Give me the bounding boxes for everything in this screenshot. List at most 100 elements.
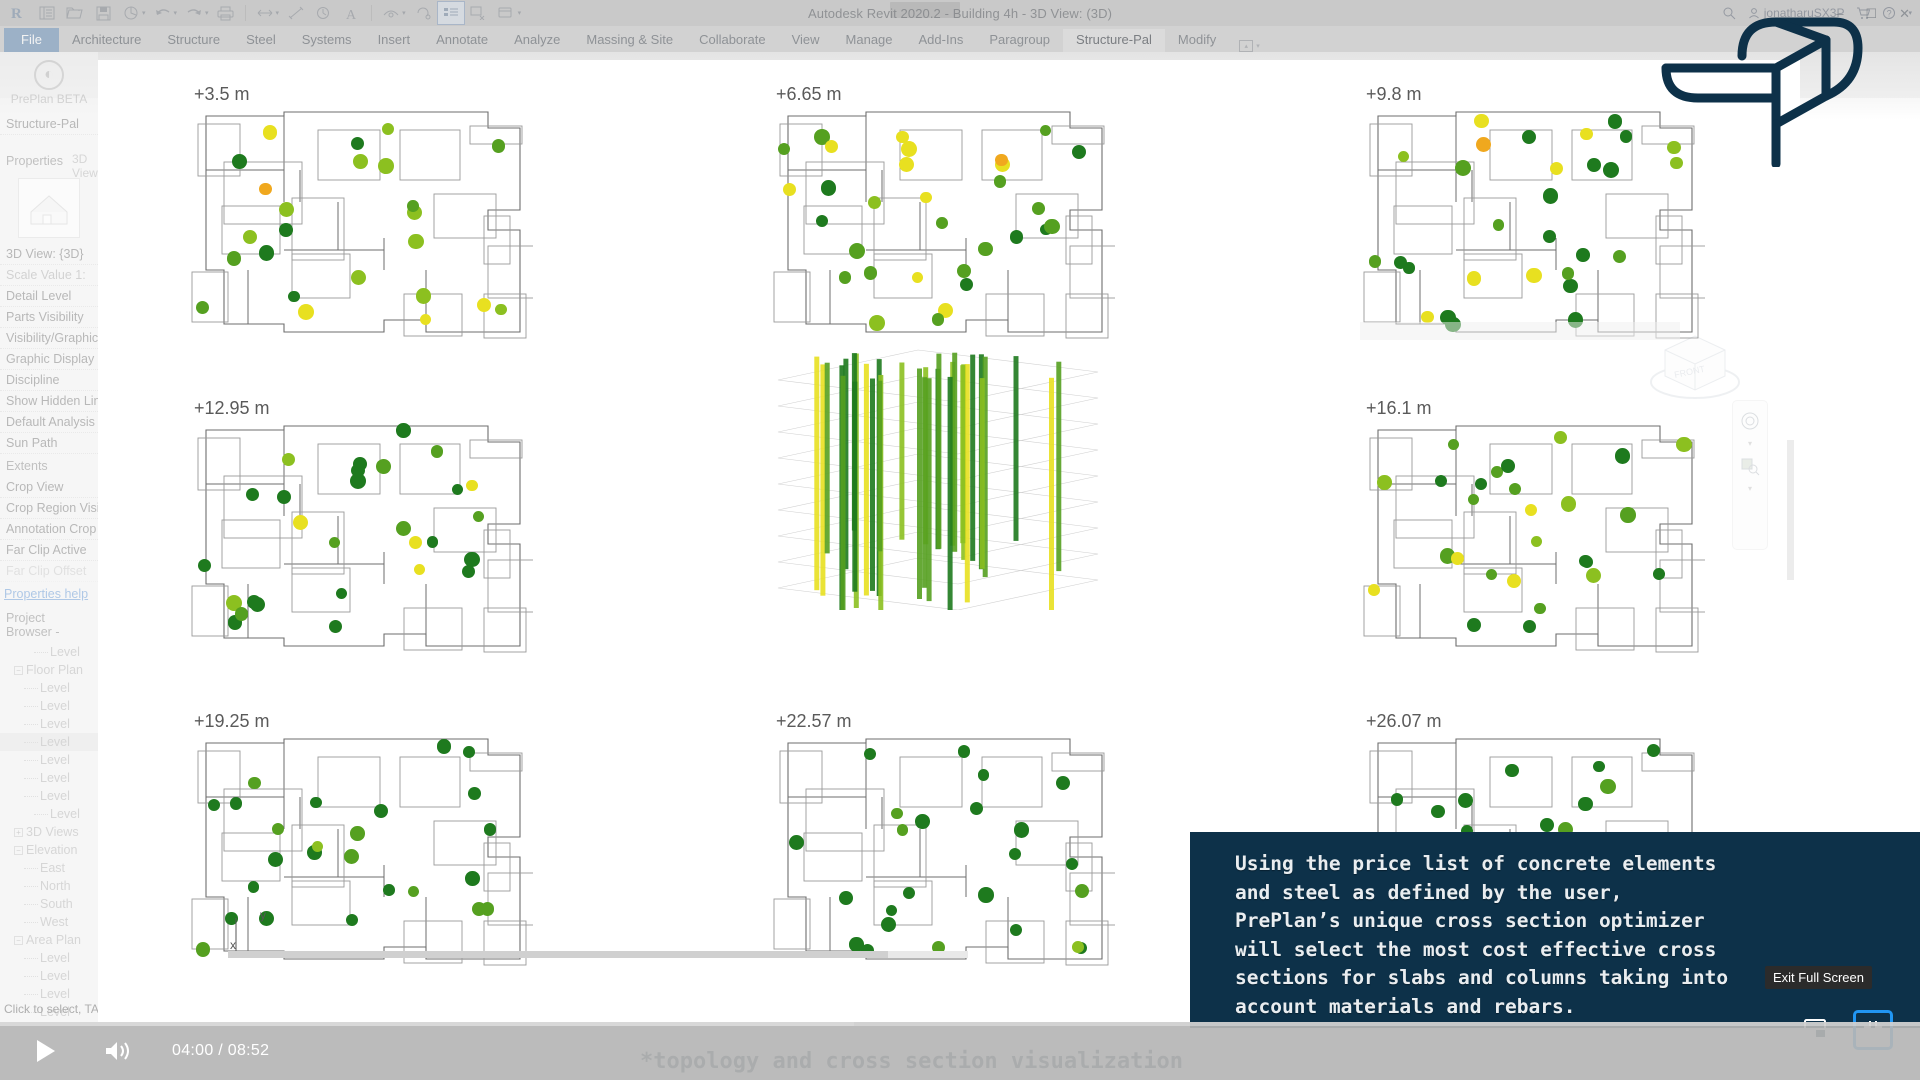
column-marker[interactable]	[1542, 230, 1556, 243]
redo-dropdown-caret[interactable]: ▾	[205, 9, 209, 17]
column-marker[interactable]	[1467, 271, 1482, 286]
tree-item-east-12[interactable]: East	[0, 859, 98, 877]
column-marker[interactable]	[484, 823, 497, 836]
column-marker[interactable]	[1579, 554, 1592, 568]
floor-plan-2[interactable]: +9.8 m	[1360, 84, 1705, 340]
3d-view-icon[interactable]	[378, 2, 404, 24]
thin-lines-icon[interactable]	[436, 1, 465, 25]
column-marker[interactable]	[491, 139, 506, 154]
tree-item-elevation-11[interactable]: − Elevation	[0, 841, 98, 859]
column-marker[interactable]	[328, 620, 342, 634]
ribbon-tab-structure[interactable]: Structure	[154, 29, 233, 52]
property-row-graphic-display[interactable]: Graphic Display	[0, 349, 98, 370]
column-marker[interactable]	[408, 233, 424, 250]
column-marker[interactable]	[1561, 267, 1575, 280]
undo-icon[interactable]	[150, 2, 176, 24]
ribbon-tab-steel[interactable]: Steel	[233, 29, 289, 52]
column-marker[interactable]	[1560, 496, 1577, 512]
property-row-show-hidden-lin[interactable]: Show Hidden Lin	[0, 391, 98, 412]
column-marker[interactable]	[407, 886, 419, 898]
extent-row-far-clip-offset[interactable]: Far Clip Offset	[0, 561, 98, 582]
column-marker[interactable]	[472, 510, 485, 522]
column-marker[interactable]	[1009, 229, 1024, 244]
column-marker[interactable]	[226, 251, 242, 266]
column-marker[interactable]	[848, 243, 865, 260]
column-marker[interactable]	[820, 180, 837, 196]
column-marker[interactable]	[268, 851, 284, 867]
vertical-scrollbar[interactable]	[1787, 440, 1794, 580]
column-marker[interactable]	[1009, 923, 1023, 936]
column-marker[interactable]	[430, 445, 444, 458]
ribbon-tab-massing-site[interactable]: Massing & Site	[573, 29, 686, 52]
column-marker[interactable]	[1403, 262, 1415, 274]
navigation-bar[interactable]: ▾ ▾	[1732, 400, 1768, 550]
column-marker[interactable]	[1506, 573, 1521, 588]
column-marker[interactable]	[1539, 818, 1554, 833]
column-marker[interactable]	[1676, 436, 1692, 453]
text-icon[interactable]: A	[339, 2, 365, 24]
column-marker[interactable]	[1474, 113, 1489, 129]
column-marker[interactable]	[1492, 218, 1505, 231]
column-marker[interactable]	[376, 459, 391, 474]
column-marker[interactable]	[1553, 430, 1567, 444]
column-marker[interactable]	[463, 746, 475, 759]
close-button[interactable]: ✕	[1899, 6, 1910, 22]
column-marker[interactable]	[977, 886, 994, 903]
column-marker[interactable]	[959, 277, 973, 291]
aligned-dimension-icon[interactable]	[283, 2, 309, 24]
ribbon-tab-bar[interactable]: File Architecture Structure Steel Systems Ins…	[0, 26, 1920, 52]
column-marker[interactable]	[977, 769, 989, 781]
ribbon-tab-architecture[interactable]: Architecture	[59, 29, 154, 52]
column-marker[interactable]	[381, 122, 395, 135]
column-marker[interactable]	[1369, 255, 1382, 268]
column-marker[interactable]	[1602, 162, 1619, 178]
steering-wheel-icon[interactable]	[1738, 409, 1762, 433]
column-marker[interactable]	[466, 479, 478, 492]
ribbon-tab-insert[interactable]: Insert	[365, 29, 424, 52]
floor-plan-3[interactable]: +12.95 m	[188, 398, 533, 654]
column-marker[interactable]	[1646, 744, 1660, 758]
column-marker[interactable]	[464, 551, 480, 568]
project-browser-tree[interactable]: Level − Floor Plan Level Level Level Level Leve…	[0, 643, 98, 1021]
column-marker[interactable]	[920, 192, 932, 204]
column-marker[interactable]	[993, 175, 1007, 188]
structure-pal-row[interactable]: Structure-Pal	[0, 114, 98, 135]
open-icon[interactable]	[62, 2, 88, 24]
column-marker[interactable]	[247, 881, 260, 893]
ribbon-tab-manage[interactable]: Manage	[833, 29, 906, 52]
tree-item-level-6[interactable]: Level	[0, 751, 98, 769]
zoom-region-icon[interactable]	[1738, 454, 1762, 478]
column-marker[interactable]	[970, 801, 984, 815]
column-marker[interactable]	[229, 797, 242, 810]
column-marker[interactable]	[427, 536, 439, 548]
column-marker[interactable]	[298, 303, 315, 320]
save-icon[interactable]	[90, 2, 116, 24]
tree-item-3d-views-10[interactable]: +3D Views	[0, 823, 98, 841]
column-marker[interactable]	[396, 423, 411, 438]
column-marker[interactable]	[1534, 602, 1546, 615]
tree-item-area-plan-16[interactable]: − Area Plan	[0, 931, 98, 949]
ribbon-tab-annotate[interactable]: Annotate	[423, 29, 501, 52]
redo-icon[interactable]	[181, 2, 207, 24]
revit-logo-icon[interactable]: R	[6, 2, 32, 24]
floor-plan-6[interactable]: +22.57 m	[770, 711, 1115, 967]
column-marker[interactable]	[900, 140, 917, 157]
quick-access-toolbar[interactable]: R ▾ ▾ ▾ ▾ A ▾ ▾	[0, 0, 1920, 26]
tree-item-level-19[interactable]: Level	[0, 985, 98, 1003]
column-marker[interactable]	[915, 813, 930, 829]
extent-row-crop-view[interactable]: Crop View	[0, 477, 98, 498]
column-marker[interactable]	[1368, 583, 1380, 596]
column-marker[interactable]	[1523, 619, 1537, 633]
column-marker[interactable]	[413, 564, 425, 576]
section-icon[interactable]	[410, 2, 436, 24]
ribbon-tab-paragroup[interactable]: Paragroup	[976, 29, 1063, 52]
column-marker[interactable]	[1576, 248, 1590, 262]
measure-dropdown-caret[interactable]: ▾	[276, 9, 280, 17]
column-marker[interactable]	[838, 270, 852, 284]
column-marker[interactable]	[292, 514, 308, 530]
column-marker[interactable]	[1586, 158, 1601, 172]
new-sheet-icon[interactable]	[34, 2, 60, 24]
ribbon-collapse-icon[interactable]: ▴	[1239, 40, 1254, 52]
column-marker[interactable]	[1620, 507, 1636, 523]
column-marker[interactable]	[1580, 127, 1593, 141]
